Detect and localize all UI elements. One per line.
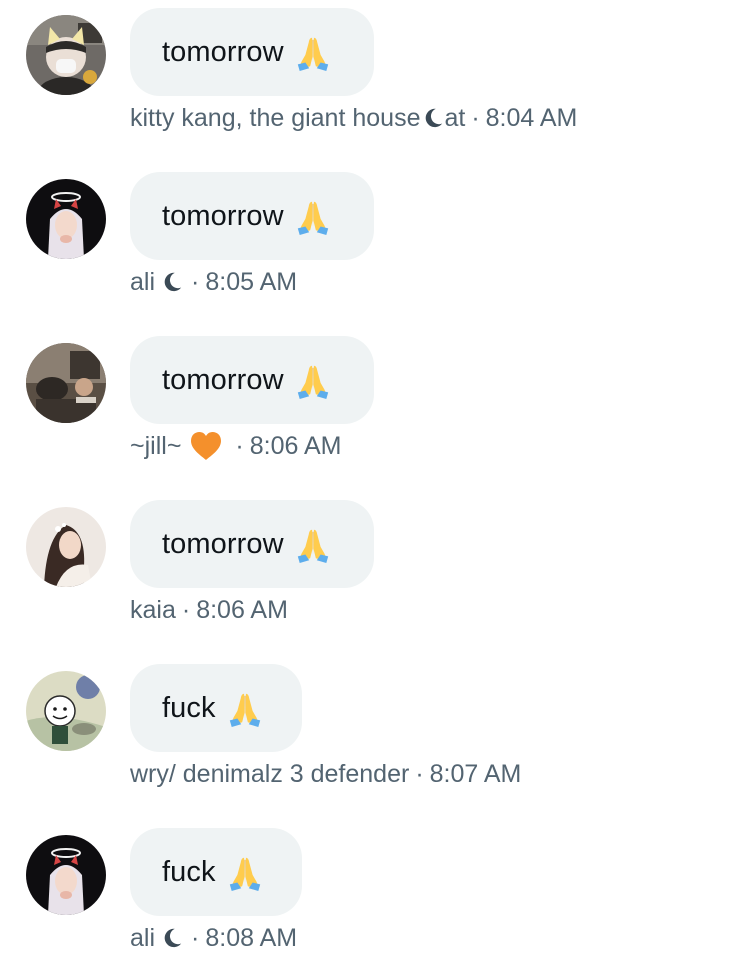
message-text: tomorrow [162,35,284,68]
author-name[interactable]: ali [130,268,155,297]
folded-hands-icon [226,690,264,728]
crescent-moon-icon [161,927,183,949]
avatar-halo-devil-horns-girl[interactable] [26,179,106,259]
avatar-woman-portrait[interactable] [26,507,106,587]
separator: · [181,595,191,624]
message-bubble[interactable]: tomorrow [130,172,374,260]
author-name[interactable]: wry/ denimalz 3 defender [130,760,409,789]
message-text: tomorrow [162,199,284,232]
author-name-suffix[interactable]: at [444,104,465,133]
message-item-3: tomorrow ~jill~ · 8:06 AM [0,328,754,488]
message-meta: ali · 8:05 AM [130,260,297,304]
message-text: tomorrow [162,527,284,560]
message-item-2: tomorrow ali · 8:05 AM [0,164,754,324]
message-meta: ~jill~ · 8:06 AM [130,424,341,468]
message-item-5: fuck wry/ denimalz 3 defender · 8:07 AM [0,656,754,816]
author-name[interactable]: ali [130,924,155,953]
message-bubble[interactable]: tomorrow [130,336,374,424]
message-item-4: tomorrow kaia · 8:06 AM [0,492,754,652]
message-meta: ali · 8:08 AM [130,916,297,960]
timestamp[interactable]: 8:04 AM [486,104,578,133]
avatar-halo-devil-horns-girl[interactable] [26,835,106,915]
timestamp[interactable]: 8:06 AM [250,432,342,461]
message-text: tomorrow [162,363,284,396]
avatar-cartoon-character[interactable] [26,671,106,751]
avatar-dark-photo-people[interactable] [26,343,106,423]
message-text: fuck [162,855,216,888]
message-bubble[interactable]: tomorrow [130,500,374,588]
crescent-moon-icon [161,271,183,293]
author-name[interactable]: kitty kang, the giant house [130,104,420,133]
timestamp[interactable]: 8:08 AM [205,924,297,953]
crescent-moon-icon [422,107,444,129]
folded-hands-icon [226,854,264,892]
folded-hands-icon [294,362,332,400]
message-meta: kaia · 8:06 AM [130,588,288,632]
message-item-6: fuck ali · 8:08 AM [0,820,754,980]
separator: · [235,431,244,460]
separator: · [415,759,424,788]
message-bubble[interactable]: tomorrow [130,8,374,96]
folded-hands-icon [294,526,332,564]
separator: · [191,923,200,952]
timestamp[interactable]: 8:07 AM [430,760,522,789]
separator: · [471,103,480,132]
folded-hands-icon [294,34,332,72]
orange-heart-icon [189,430,223,462]
message-text: fuck [162,691,216,724]
timestamp[interactable]: 8:05 AM [205,268,297,297]
message-bubble[interactable]: fuck [130,664,302,752]
timestamp[interactable]: 8:06 AM [196,596,288,625]
message-meta: wry/ denimalz 3 defender · 8:07 AM [130,752,521,796]
folded-hands-icon [294,198,332,236]
author-name[interactable]: kaia [130,596,176,625]
avatar-cat-ears-mask-person[interactable] [26,15,106,95]
message-bubble[interactable]: fuck [130,828,302,916]
author-name[interactable]: ~jill~ [130,432,181,461]
message-meta: kitty kang, the giant house at · 8:04 AM [130,96,577,140]
message-item-1: tomorrow kitty kang, the giant house at ·… [0,0,754,160]
separator: · [191,267,200,296]
